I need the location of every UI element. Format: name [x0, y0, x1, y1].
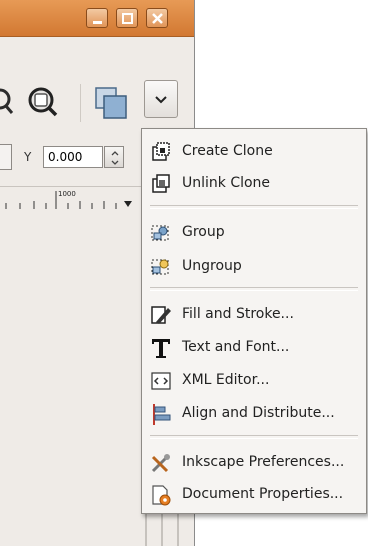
y-label: Y [24, 150, 32, 164]
menu-item-label: Document Properties... [182, 486, 344, 502]
document-properties-icon [152, 485, 171, 506]
duplicate-icon [95, 87, 127, 119]
minimize-icon [93, 21, 102, 24]
fill-stroke-icon [151, 306, 171, 324]
preferences-icon [151, 454, 170, 473]
y-coordinate-input[interactable]: 0.000 [43, 146, 103, 168]
menu-item-fill-stroke[interactable]: Fill and Stroke... [150, 302, 362, 328]
overflow-menu: Create Clone Unlink Clone Group Ungroup [141, 128, 367, 514]
align-distribute-icon [153, 404, 171, 425]
xml-editor-icon [151, 372, 171, 390]
menu-item-align-distribute[interactable]: Align and Distribute... [150, 401, 362, 427]
menu-item-ungroup[interactable]: Ungroup [150, 254, 362, 280]
menu-separator [150, 205, 358, 209]
menu-item-unlink-clone[interactable]: Unlink Clone [150, 171, 362, 197]
zoom-drawing-icon [0, 88, 14, 114]
menu-item-label: Create Clone [182, 143, 273, 159]
ruler-label: 1000 [58, 190, 76, 198]
zoom-page-button[interactable] [25, 86, 61, 122]
menu-separator [150, 435, 358, 439]
chevron-down-icon [155, 96, 167, 104]
close-button[interactable] [146, 8, 168, 28]
create-clone-icon [152, 142, 170, 161]
menu-item-label: Text and Font... [182, 339, 290, 355]
window-titlebar [0, 0, 194, 37]
menu-item-label: Inkscape Preferences... [182, 454, 345, 470]
toolbar-overflow-button[interactable] [144, 80, 178, 118]
toolbar-separator [80, 84, 81, 122]
menu-item-document-properties[interactable]: Document Properties... [150, 482, 362, 508]
menu-item-text-font[interactable]: Text and Font... [150, 335, 362, 361]
x-spinner[interactable] [0, 144, 12, 170]
zoom-page-icon [28, 87, 58, 117]
menu-item-label: Ungroup [182, 258, 242, 274]
text-font-icon [152, 339, 170, 358]
menu-item-create-clone[interactable]: Create Clone [150, 139, 362, 165]
menu-item-label: Group [182, 224, 225, 240]
ungroup-icon [151, 259, 169, 275]
y-spinner[interactable] [104, 146, 124, 168]
menu-item-label: Align and Distribute... [182, 405, 335, 421]
maximize-icon [122, 13, 133, 24]
menu-item-group[interactable]: Group [150, 220, 362, 246]
spin-arrows-icon [111, 151, 119, 165]
menu-item-label: Fill and Stroke... [182, 306, 294, 322]
close-icon [152, 13, 163, 24]
menu-item-label: Unlink Clone [182, 175, 271, 191]
maximize-button[interactable] [116, 8, 138, 28]
menu-item-label: XML Editor... [182, 372, 270, 388]
duplicate-button[interactable] [94, 86, 130, 124]
group-icon [151, 225, 169, 241]
menu-item-inkscape-preferences[interactable]: Inkscape Preferences... [150, 450, 362, 476]
menu-item-xml-editor[interactable]: XML Editor... [150, 368, 362, 394]
menu-separator [150, 287, 358, 291]
zoom-drawing-button[interactable] [0, 86, 20, 120]
unlink-clone-icon [152, 174, 170, 193]
minimize-button[interactable] [86, 8, 108, 28]
